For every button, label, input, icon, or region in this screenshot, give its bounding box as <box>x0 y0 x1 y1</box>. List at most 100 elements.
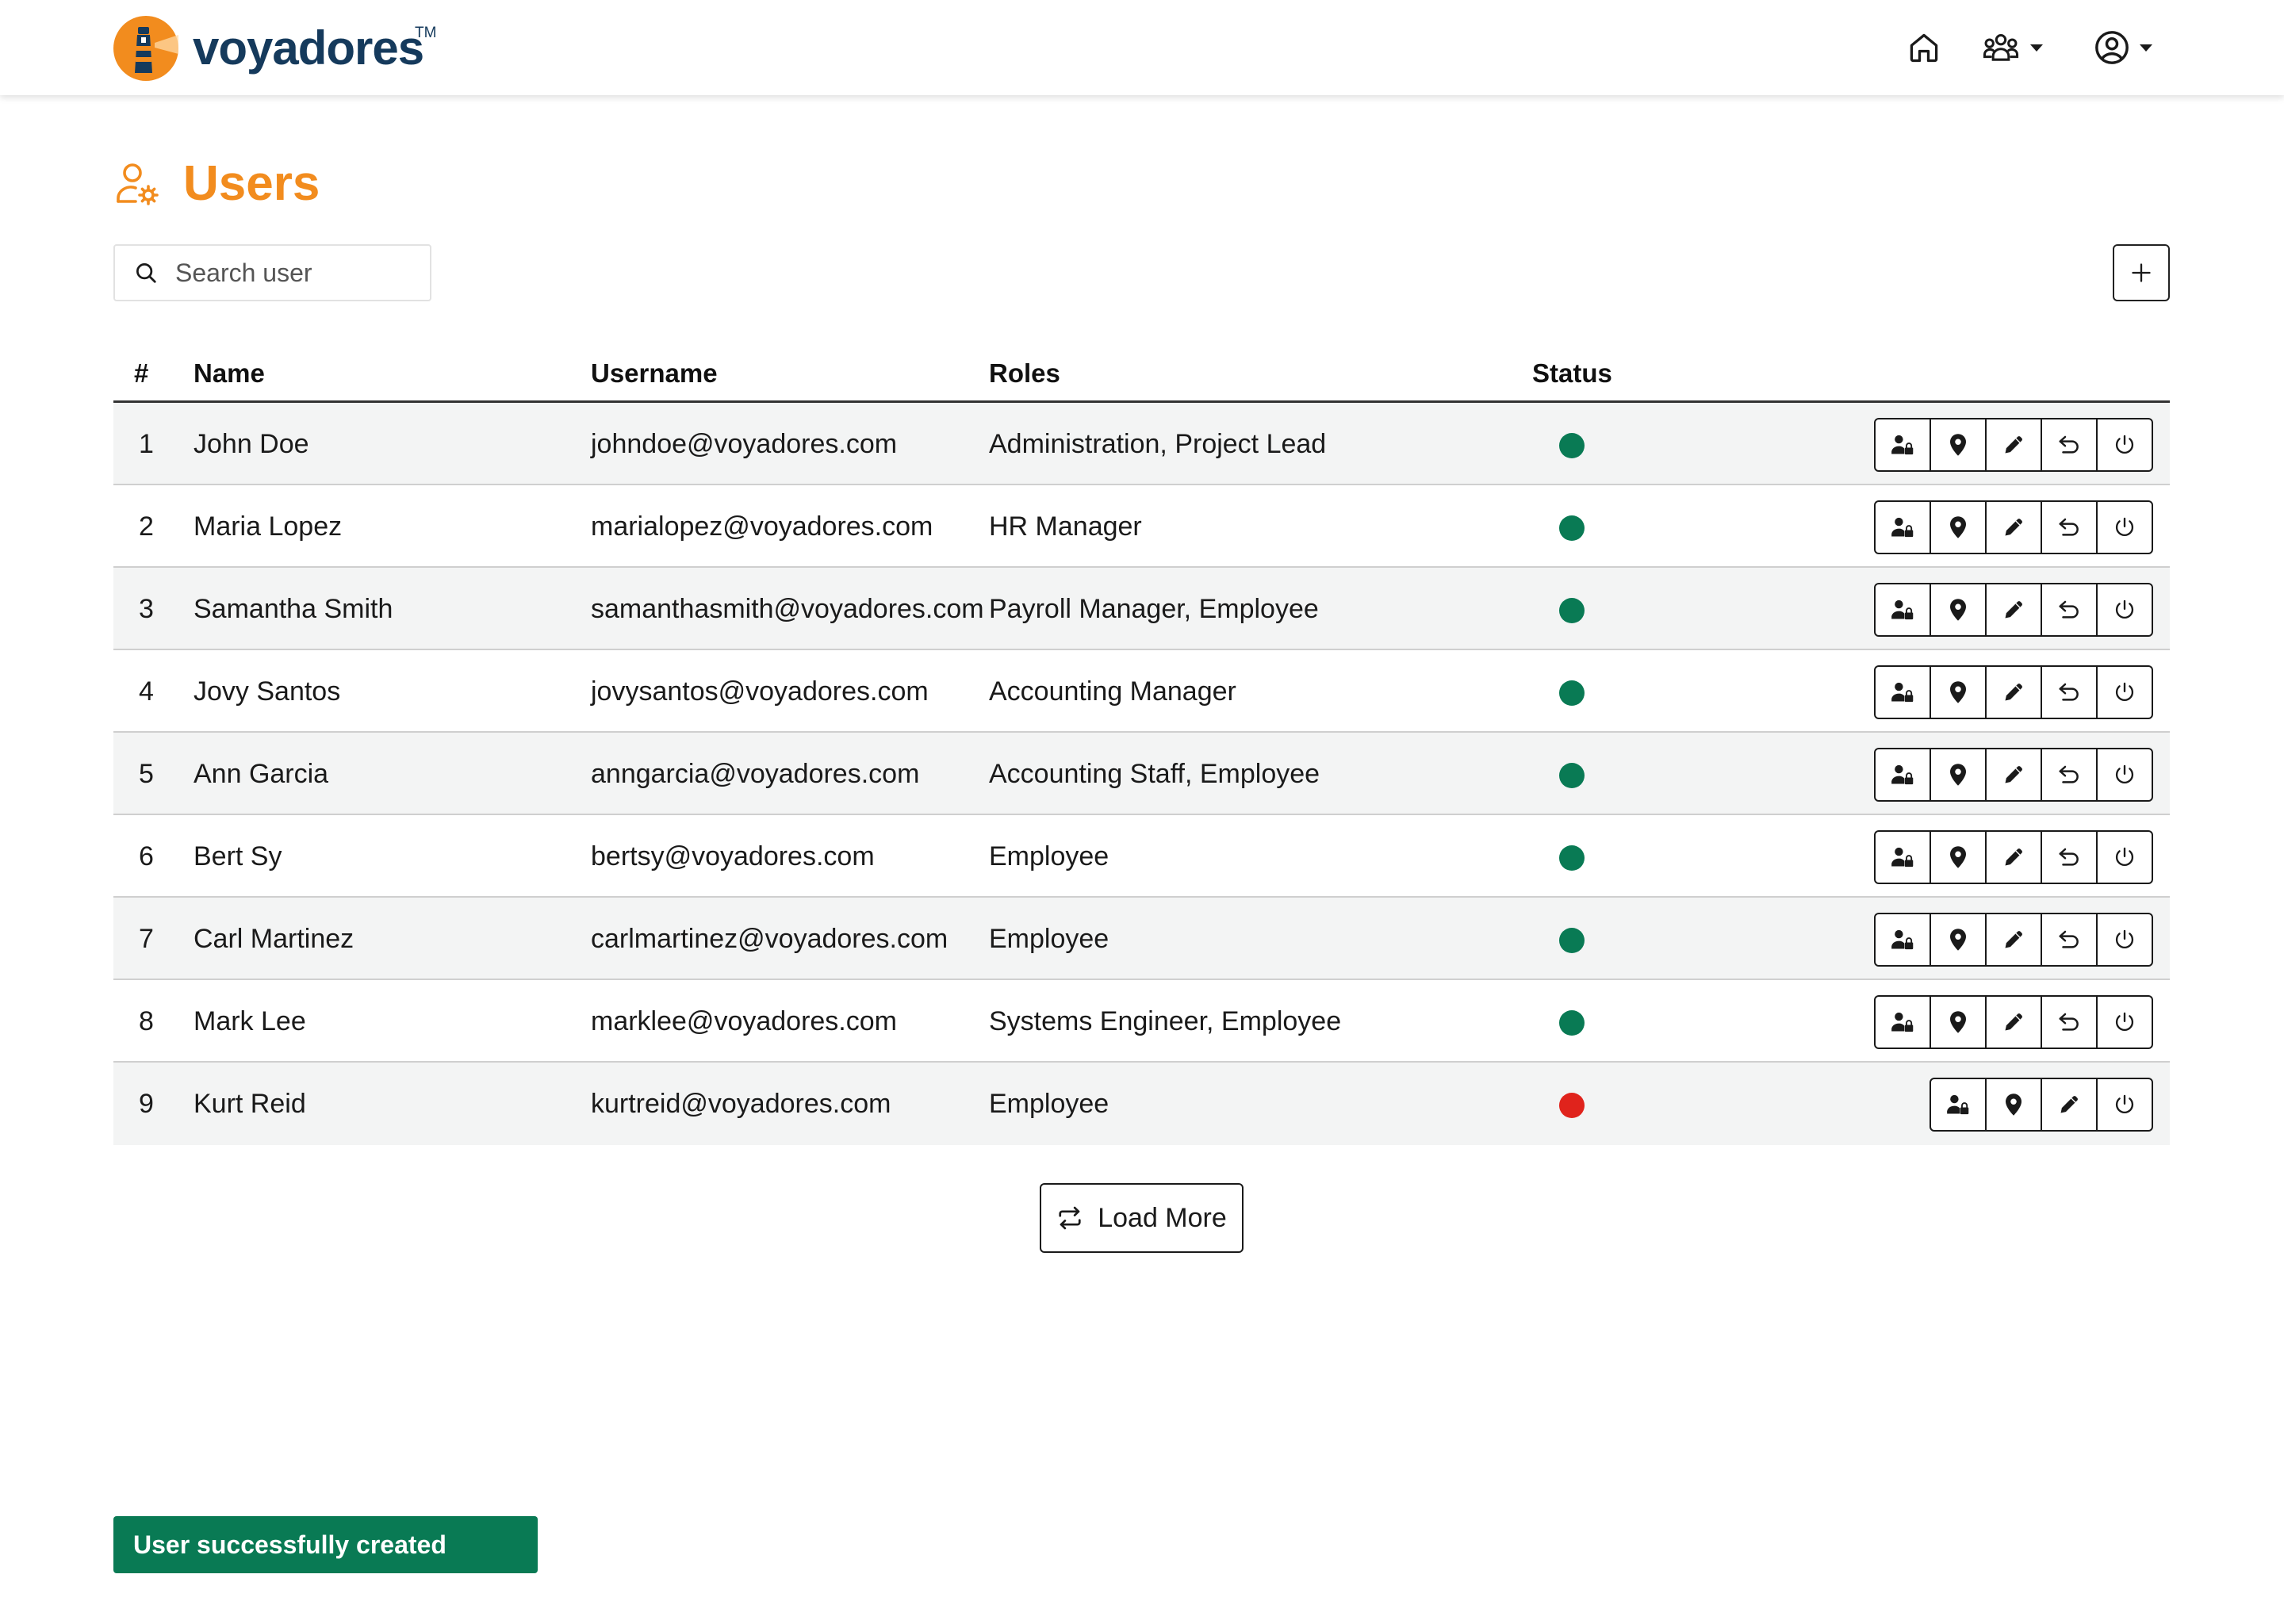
users-gear-icon <box>117 163 159 205</box>
set-location-button[interactable] <box>1930 748 1987 802</box>
assign-role-button[interactable] <box>1930 1078 1987 1132</box>
reset-password-button[interactable] <box>2041 583 2098 637</box>
user-name: Bert Sy <box>194 841 282 871</box>
row-index: 8 <box>139 1006 154 1036</box>
edit-user-button[interactable] <box>1985 665 2042 719</box>
assign-role-button[interactable] <box>1874 583 1931 637</box>
reset-password-button[interactable] <box>2041 665 2098 719</box>
assign-role-button[interactable] <box>1874 665 1931 719</box>
set-location-button[interactable] <box>1930 665 1987 719</box>
assign-role-button[interactable] <box>1874 418 1931 472</box>
row-index: 9 <box>139 1089 154 1119</box>
team-icon <box>1983 33 2019 61</box>
set-location-button[interactable] <box>1930 500 1987 554</box>
power-icon <box>2115 517 2134 536</box>
user-username: anngarcia@voyadores.com <box>591 759 920 789</box>
account-menu-button[interactable] <box>2094 24 2152 71</box>
table-body: 1 John Doe johndoe@voyadores.com Administra… <box>113 403 2170 1145</box>
assign-role-button[interactable] <box>1874 830 1931 884</box>
reset-password-button[interactable] <box>2041 913 2098 967</box>
edit-user-button[interactable] <box>1985 500 2042 554</box>
reset-password-button[interactable] <box>2041 830 2098 884</box>
users-table: # Name Username Roles Status 1 John Doe jo… <box>113 344 2170 1145</box>
set-location-button[interactable] <box>1930 418 1987 472</box>
power-icon <box>2115 1012 2134 1031</box>
row-actions <box>1874 418 2153 472</box>
deactivate-user-button[interactable] <box>2096 748 2153 802</box>
user-name: Jovy Santos <box>194 676 341 707</box>
status-indicator <box>1559 1010 1585 1036</box>
column-header-username: Username <box>591 358 718 388</box>
user-username: carlmartinez@voyadores.com <box>591 924 948 954</box>
load-more-label: Load More <box>1098 1202 1227 1233</box>
assign-role-button[interactable] <box>1874 995 1931 1049</box>
assign-role-button[interactable] <box>1874 913 1931 967</box>
undo-arrow-icon <box>2059 435 2079 454</box>
deactivate-user-button[interactable] <box>2096 1078 2153 1132</box>
brand-logo[interactable]: voyadores TM <box>113 15 436 82</box>
deactivate-user-button[interactable] <box>2096 995 2153 1049</box>
user-name: Samantha Smith <box>194 594 393 624</box>
deactivate-user-button[interactable] <box>2096 418 2153 472</box>
table-row: 8 Mark Lee marklee@voyadores.com Systems En… <box>113 980 2170 1063</box>
user-roles: Accounting Staff, Employee <box>989 759 1320 789</box>
pencil-icon <box>2005 931 2022 948</box>
table-header: # Name Username Roles Status <box>113 344 2170 403</box>
search-input[interactable] <box>175 258 413 288</box>
user-name: Ann Garcia <box>194 759 329 789</box>
reset-password-button[interactable] <box>2041 748 2098 802</box>
load-more-button[interactable]: Load More <box>1040 1183 1244 1253</box>
user-circle-icon <box>2095 31 2129 64</box>
home-icon <box>1910 33 1938 63</box>
pencil-icon <box>2005 1013 2022 1031</box>
deactivate-user-button[interactable] <box>2096 500 2153 554</box>
deactivate-user-button[interactable] <box>2096 583 2153 637</box>
user-roles: HR Manager <box>989 511 1142 542</box>
row-actions <box>1930 1078 2153 1132</box>
undo-arrow-icon <box>2059 765 2079 783</box>
reset-password-button[interactable] <box>2041 995 2098 1049</box>
map-pin-icon <box>2006 1094 2021 1116</box>
assign-role-button[interactable] <box>1874 500 1931 554</box>
deactivate-user-button[interactable] <box>2096 913 2153 967</box>
assign-role-button[interactable] <box>1874 748 1931 802</box>
set-location-button[interactable] <box>1930 913 1987 967</box>
reset-password-button[interactable] <box>2041 418 2098 472</box>
pencil-icon <box>2005 848 2022 866</box>
pencil-icon <box>2005 519 2022 536</box>
map-pin-icon <box>1950 846 1966 868</box>
add-user-button[interactable] <box>2113 244 2170 301</box>
undo-arrow-icon <box>2059 518 2079 536</box>
user-username: marialopez@voyadores.com <box>591 511 933 542</box>
power-icon <box>2115 435 2134 454</box>
user-username: jovysantos@voyadores.com <box>591 676 929 707</box>
edit-user-button[interactable] <box>1985 830 2042 884</box>
team-menu-button[interactable] <box>1981 24 2043 71</box>
chevron-down-icon <box>2140 44 2152 52</box>
user-lock-icon <box>1891 929 1914 950</box>
edit-user-button[interactable] <box>1985 913 2042 967</box>
user-lock-icon <box>1891 599 1914 620</box>
set-location-button[interactable] <box>1930 583 1987 637</box>
home-button[interactable] <box>1907 24 1941 71</box>
trademark-mark: TM <box>415 25 437 41</box>
table-row: 1 John Doe johndoe@voyadores.com Administra… <box>113 403 2170 485</box>
search-icon <box>136 263 156 283</box>
edit-user-button[interactable] <box>1985 583 2042 637</box>
user-name: Mark Lee <box>194 1006 306 1036</box>
edit-user-button[interactable] <box>1985 995 2042 1049</box>
edit-user-button[interactable] <box>1985 748 2042 802</box>
edit-user-button[interactable] <box>2041 1078 2098 1132</box>
set-location-button[interactable] <box>1930 830 1987 884</box>
edit-user-button[interactable] <box>1985 418 2042 472</box>
set-location-button[interactable] <box>1930 995 1987 1049</box>
user-roles: Employee <box>989 924 1109 954</box>
deactivate-user-button[interactable] <box>2096 665 2153 719</box>
pencil-icon <box>2060 1096 2078 1113</box>
user-roles: Employee <box>989 1089 1109 1119</box>
set-location-button[interactable] <box>1985 1078 2042 1132</box>
row-index: 6 <box>139 841 154 871</box>
reset-password-button[interactable] <box>2041 500 2098 554</box>
deactivate-user-button[interactable] <box>2096 830 2153 884</box>
table-row: 3 Samantha Smith samanthasmith@voyadores.c… <box>113 568 2170 650</box>
